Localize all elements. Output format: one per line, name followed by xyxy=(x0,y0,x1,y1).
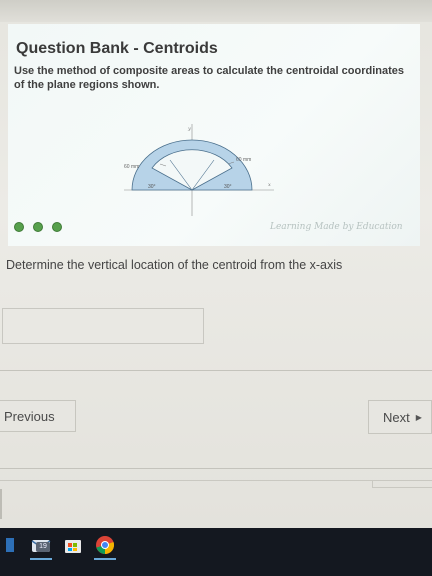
previous-label: Previous xyxy=(4,408,55,424)
card-title: Question Bank - Centroids xyxy=(16,40,218,57)
divider xyxy=(0,370,432,371)
taskbar-app-icon[interactable] xyxy=(4,534,26,556)
taskbar: 19 xyxy=(0,528,432,576)
angle-label-left: 30° xyxy=(148,184,156,190)
store-icon[interactable] xyxy=(62,534,84,556)
centroid-diagram: y x 60 mm 60 mm 30° 30° xyxy=(124,124,274,216)
angle-label-right: 30° xyxy=(224,184,232,190)
bottom-right-tab xyxy=(372,481,432,488)
hint-icons xyxy=(14,222,62,232)
x-axis-label: x xyxy=(268,182,271,188)
top-strip xyxy=(0,0,432,22)
divider xyxy=(0,468,432,469)
next-button[interactable]: Next ▶ xyxy=(368,400,432,434)
previous-button[interactable]: Previous xyxy=(0,400,76,432)
active-indicator xyxy=(30,558,52,560)
chrome-icon[interactable] xyxy=(94,534,116,556)
chevron-right-icon: ▶ xyxy=(415,412,422,422)
page-background: Question Bank - Centroids Use the method… xyxy=(0,0,432,528)
answer-input[interactable] xyxy=(2,308,204,344)
question-prompt: Determine the vertical location of the c… xyxy=(6,258,343,272)
question-card: Question Bank - Centroids Use the method… xyxy=(8,24,420,246)
hint-dot-icon[interactable] xyxy=(14,222,24,232)
hint-dot-icon[interactable] xyxy=(33,222,43,232)
bottom-edge xyxy=(0,489,2,519)
y-axis-label: y xyxy=(187,126,191,132)
notification-badge: 19 xyxy=(36,542,50,552)
hint-dot-icon[interactable] xyxy=(52,222,62,232)
next-label: Next xyxy=(383,409,410,425)
active-indicator xyxy=(94,558,116,560)
bottom-section xyxy=(0,480,432,529)
card-instructions: Use the method of composite areas to cal… xyxy=(14,65,404,91)
dim-label-left: 60 mm xyxy=(124,164,139,170)
dim-label-right: 60 mm xyxy=(236,157,251,163)
watermark: Learning Made by Education xyxy=(270,222,403,232)
